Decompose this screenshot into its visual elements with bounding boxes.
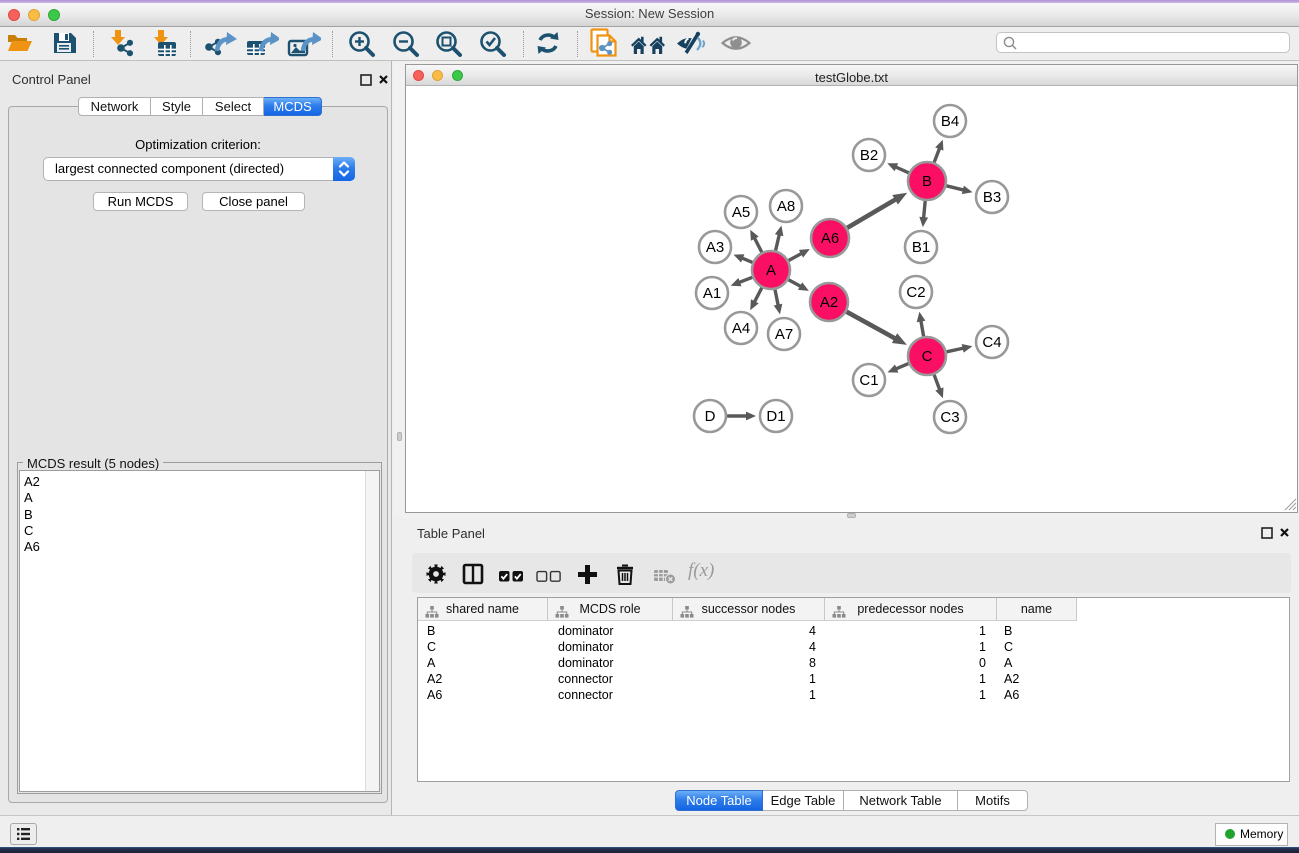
svg-text:A6: A6 — [821, 230, 839, 247]
svg-text:D: D — [705, 408, 716, 425]
svg-text:B3: B3 — [983, 189, 1001, 206]
svg-text:B1: B1 — [912, 239, 930, 256]
svg-text:B: B — [922, 173, 932, 190]
svg-text:C: C — [922, 348, 933, 365]
svg-text:B4: B4 — [941, 113, 959, 130]
svg-text:A1: A1 — [703, 285, 721, 302]
svg-text:C4: C4 — [982, 334, 1001, 351]
svg-text:C2: C2 — [906, 284, 925, 301]
svg-text:A3: A3 — [706, 239, 724, 256]
svg-text:A2: A2 — [820, 294, 838, 311]
svg-text:C1: C1 — [859, 372, 878, 389]
svg-text:A7: A7 — [775, 326, 793, 343]
svg-text:A: A — [766, 262, 776, 279]
svg-text:A4: A4 — [732, 320, 750, 337]
svg-text:B2: B2 — [860, 147, 878, 164]
svg-text:A5: A5 — [732, 204, 750, 221]
svg-text:C3: C3 — [940, 409, 959, 426]
svg-text:A8: A8 — [777, 198, 795, 215]
svg-text:D1: D1 — [766, 408, 785, 425]
